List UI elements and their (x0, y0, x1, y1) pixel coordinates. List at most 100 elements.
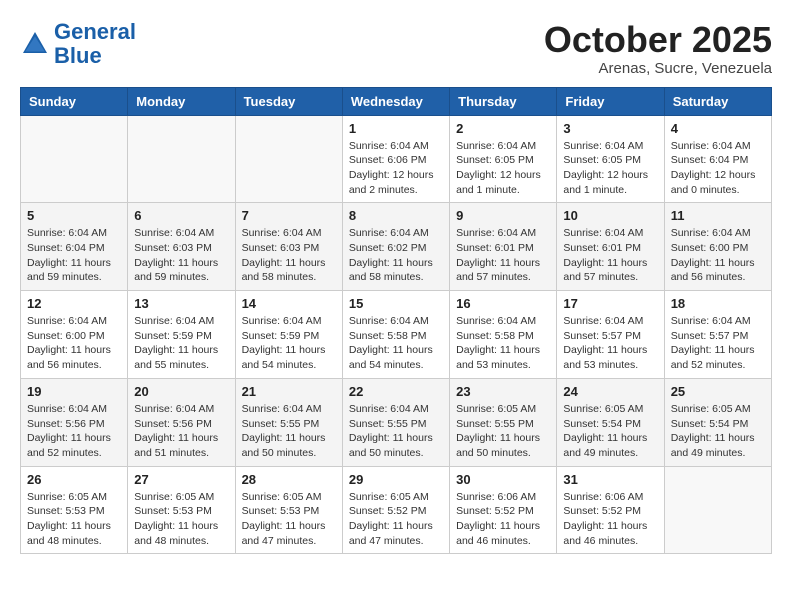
calendar-week-row: 26 Sunrise: 6:05 AMSunset: 5:53 PMDayligh… (21, 466, 772, 554)
calendar-day-cell: 11 Sunrise: 6:04 AMSunset: 6:00 PMDayligh… (664, 203, 771, 291)
day-number: 26 (27, 472, 121, 487)
day-number: 30 (456, 472, 550, 487)
calendar-day-cell: 19 Sunrise: 6:04 AMSunset: 5:56 PMDayligh… (21, 378, 128, 466)
calendar-day-cell: 23Sunrise: 6:05 AMSunset: 5:55 PMDayligh… (450, 378, 557, 466)
day-number: 12 (27, 296, 121, 311)
calendar-day-cell: 25 Sunrise: 6:05 AMSunset: 5:54 PMDayligh… (664, 378, 771, 466)
day-info: Sunrise: 6:05 AMSunset: 5:53 PMDaylight:… (134, 490, 228, 549)
day-number: 18 (671, 296, 765, 311)
day-number: 29 (349, 472, 443, 487)
day-info: Sunrise: 6:04 AMSunset: 5:58 PMDaylight:… (349, 314, 443, 373)
calendar-day-cell: 16Sunrise: 6:04 AMSunset: 5:58 PMDayligh… (450, 291, 557, 379)
day-info: Sunrise: 6:04 AMSunset: 6:03 PMDaylight:… (134, 226, 228, 285)
calendar-day-cell: 5Sunrise: 6:04 AMSunset: 6:04 PMDaylight… (21, 203, 128, 291)
day-info: Sunrise: 6:05 AMSunset: 5:53 PMDaylight:… (27, 490, 121, 549)
calendar-day-cell: 21 Sunrise: 6:04 AMSunset: 5:55 PMDayligh… (235, 378, 342, 466)
weekday-header-monday: Monday (128, 87, 235, 115)
calendar-day-cell: 13Sunrise: 6:04 AMSunset: 5:59 PMDayligh… (128, 291, 235, 379)
calendar-day-cell: 9 Sunrise: 6:04 AMSunset: 6:01 PMDaylight… (450, 203, 557, 291)
calendar-day-cell: 14Sunrise: 6:04 AMSunset: 5:59 PMDayligh… (235, 291, 342, 379)
calendar-day-cell: 4Sunrise: 6:04 AMSunset: 6:04 PMDaylight… (664, 115, 771, 203)
day-number: 17 (563, 296, 657, 311)
day-info: Sunrise: 6:04 AMSunset: 5:57 PMDaylight:… (671, 314, 765, 373)
day-info: Sunrise: 6:04 AMSunset: 6:02 PMDaylight:… (349, 226, 443, 285)
calendar-day-cell: 27 Sunrise: 6:05 AMSunset: 5:53 PMDayligh… (128, 466, 235, 554)
day-info: Sunrise: 6:06 AMSunset: 5:52 PMDaylight:… (456, 490, 550, 549)
day-info: Sunrise: 6:04 AMSunset: 6:00 PMDaylight:… (671, 226, 765, 285)
weekday-header-row: SundayMondayTuesdayWednesdayThursdayFrid… (21, 87, 772, 115)
day-info: Sunrise: 6:04 AMSunset: 6:05 PMDaylight:… (456, 139, 550, 198)
day-number: 28 (242, 472, 336, 487)
calendar-day-cell: 1 Sunrise: 6:04 AMSunset: 6:06 PMDaylight… (342, 115, 449, 203)
day-info: Sunrise: 6:04 AMSunset: 6:01 PMDaylight:… (456, 226, 550, 285)
page-header: General Blue October 2025 Arenas, Sucre,… (20, 20, 772, 77)
day-info: Sunrise: 6:05 AMSunset: 5:52 PMDaylight:… (349, 490, 443, 549)
calendar-day-cell: 17 Sunrise: 6:04 AMSunset: 5:57 PMDayligh… (557, 291, 664, 379)
day-number: 27 (134, 472, 228, 487)
day-number: 11 (671, 208, 765, 223)
day-number: 31 (563, 472, 657, 487)
day-number: 13 (134, 296, 228, 311)
day-number: 8 (349, 208, 443, 223)
calendar-day-cell: 7 Sunrise: 6:04 AMSunset: 6:03 PMDaylight… (235, 203, 342, 291)
day-info: Sunrise: 6:04 AMSunset: 6:00 PMDaylight:… (27, 314, 121, 373)
calendar-table: SundayMondayTuesdayWednesdayThursdayFrid… (20, 87, 772, 555)
calendar-day-cell: 20 Sunrise: 6:04 AMSunset: 5:56 PMDayligh… (128, 378, 235, 466)
day-number: 21 (242, 384, 336, 399)
day-number: 9 (456, 208, 550, 223)
day-info: Sunrise: 6:05 AMSunset: 5:54 PMDaylight:… (563, 402, 657, 461)
day-info: Sunrise: 6:04 AMSunset: 5:55 PMDaylight:… (349, 402, 443, 461)
day-number: 15 (349, 296, 443, 311)
day-number: 22 (349, 384, 443, 399)
day-number: 10 (563, 208, 657, 223)
month-title: October 2025 (544, 20, 772, 60)
calendar-day-cell: 29 Sunrise: 6:05 AMSunset: 5:52 PMDayligh… (342, 466, 449, 554)
logo: General Blue (20, 20, 136, 68)
day-info: Sunrise: 6:04 AMSunset: 6:06 PMDaylight:… (349, 139, 443, 198)
calendar-day-cell: 10 Sunrise: 6:04 AMSunset: 6:01 PMDayligh… (557, 203, 664, 291)
day-info: Sunrise: 6:04 AMSunset: 5:55 PMDaylight:… (242, 402, 336, 461)
logo-text: General Blue (54, 20, 136, 68)
calendar-day-cell: 8 Sunrise: 6:04 AMSunset: 6:02 PMDaylight… (342, 203, 449, 291)
day-number: 24 (563, 384, 657, 399)
day-number: 25 (671, 384, 765, 399)
calendar-day-cell: 15 Sunrise: 6:04 AMSunset: 5:58 PMDayligh… (342, 291, 449, 379)
day-info: Sunrise: 6:04 AMSunset: 5:57 PMDaylight:… (563, 314, 657, 373)
calendar-week-row: 5Sunrise: 6:04 AMSunset: 6:04 PMDaylight… (21, 203, 772, 291)
calendar-day-cell (128, 115, 235, 203)
day-info: Sunrise: 6:04 AMSunset: 5:56 PMDaylight:… (134, 402, 228, 461)
day-number: 20 (134, 384, 228, 399)
day-number: 3 (563, 121, 657, 136)
calendar-day-cell: 31 Sunrise: 6:06 AMSunset: 5:52 PMDayligh… (557, 466, 664, 554)
calendar-day-cell: 6Sunrise: 6:04 AMSunset: 6:03 PMDaylight… (128, 203, 235, 291)
day-info: Sunrise: 6:05 AMSunset: 5:55 PMDaylight:… (456, 402, 550, 461)
calendar-day-cell (664, 466, 771, 554)
day-info: Sunrise: 6:04 AMSunset: 6:03 PMDaylight:… (242, 226, 336, 285)
day-number: 1 (349, 121, 443, 136)
calendar-day-cell: 30 Sunrise: 6:06 AMSunset: 5:52 PMDayligh… (450, 466, 557, 554)
calendar-day-cell: 26 Sunrise: 6:05 AMSunset: 5:53 PMDayligh… (21, 466, 128, 554)
weekday-header-saturday: Saturday (664, 87, 771, 115)
title-area: October 2025 Arenas, Sucre, Venezuela (544, 20, 772, 77)
weekday-header-tuesday: Tuesday (235, 87, 342, 115)
day-number: 14 (242, 296, 336, 311)
calendar-day-cell (21, 115, 128, 203)
day-info: Sunrise: 6:05 AMSunset: 5:54 PMDaylight:… (671, 402, 765, 461)
day-info: Sunrise: 6:04 AMSunset: 5:56 PMDaylight:… (27, 402, 121, 461)
day-info: Sunrise: 6:05 AMSunset: 5:53 PMDaylight:… (242, 490, 336, 549)
weekday-header-sunday: Sunday (21, 87, 128, 115)
day-number: 7 (242, 208, 336, 223)
calendar-day-cell (235, 115, 342, 203)
day-info: Sunrise: 6:04 AMSunset: 6:04 PMDaylight:… (27, 226, 121, 285)
calendar-day-cell: 24 Sunrise: 6:05 AMSunset: 5:54 PMDayligh… (557, 378, 664, 466)
calendar-day-cell: 22 Sunrise: 6:04 AMSunset: 5:55 PMDayligh… (342, 378, 449, 466)
weekday-header-wednesday: Wednesday (342, 87, 449, 115)
calendar-week-row: 19 Sunrise: 6:04 AMSunset: 5:56 PMDayligh… (21, 378, 772, 466)
day-number: 19 (27, 384, 121, 399)
calendar-day-cell: 12 Sunrise: 6:04 AMSunset: 6:00 PMDayligh… (21, 291, 128, 379)
day-info: Sunrise: 6:06 AMSunset: 5:52 PMDaylight:… (563, 490, 657, 549)
day-number: 4 (671, 121, 765, 136)
logo-icon (20, 29, 50, 59)
calendar-day-cell: 28 Sunrise: 6:05 AMSunset: 5:53 PMDayligh… (235, 466, 342, 554)
day-info: Sunrise: 6:04 AMSunset: 6:01 PMDaylight:… (563, 226, 657, 285)
